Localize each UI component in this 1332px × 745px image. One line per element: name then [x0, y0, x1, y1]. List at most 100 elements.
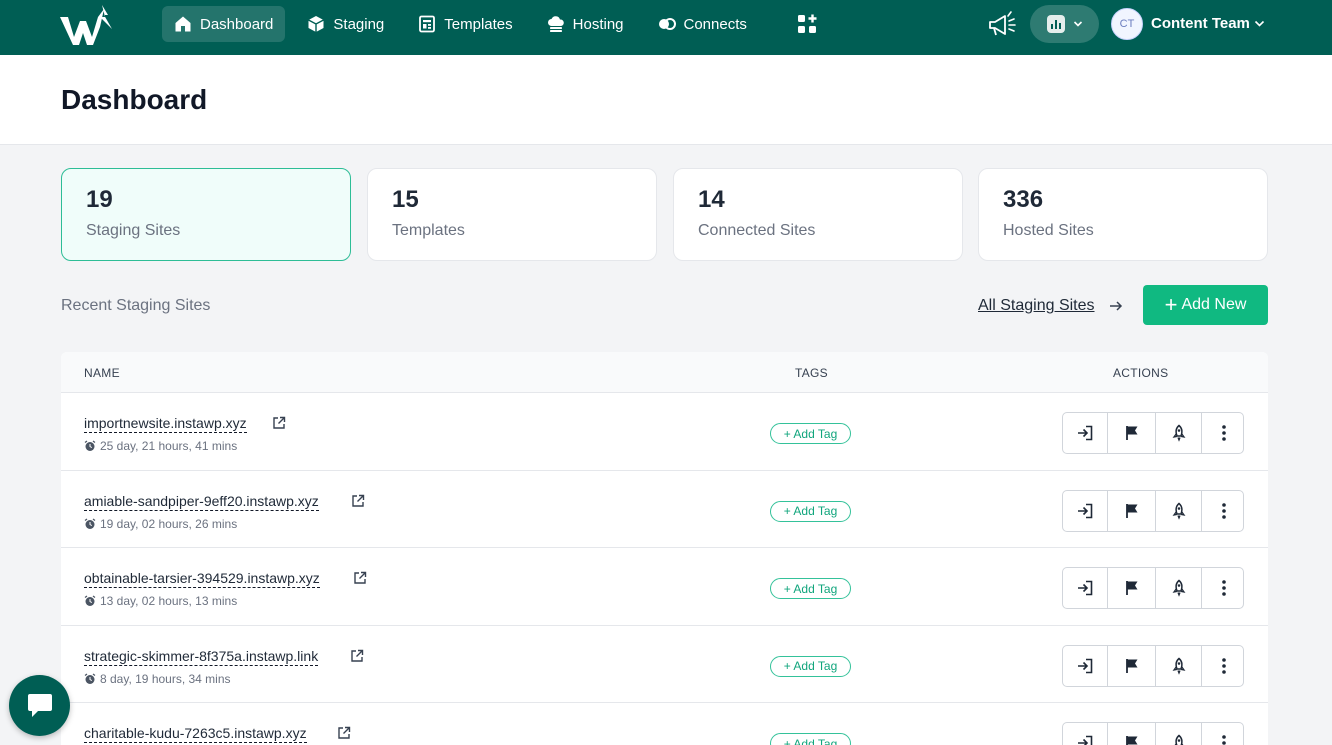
- header-actions: ACTIONS: [1113, 366, 1169, 380]
- user-menu-chevron-icon[interactable]: [1254, 18, 1265, 29]
- flag-icon: [1125, 426, 1137, 440]
- team-name[interactable]: Content Team: [1151, 15, 1250, 32]
- analytics-menu-button[interactable]: [1030, 5, 1099, 43]
- nav-connects[interactable]: Connects: [646, 6, 759, 42]
- stat-value: 14: [698, 186, 725, 213]
- login-icon: [1078, 425, 1093, 441]
- apps-grid-icon[interactable]: [796, 13, 818, 35]
- site-age: 13 day, 02 hours, 13 mins: [84, 594, 237, 608]
- login-button[interactable]: [1063, 568, 1108, 608]
- add-tag-button[interactable]: + Add Tag: [770, 655, 851, 677]
- arrow-right-icon[interactable]: [1108, 298, 1124, 314]
- more-options-button[interactable]: [1202, 491, 1243, 531]
- stat-label: Templates: [392, 222, 465, 239]
- stat-card-hosted-sites[interactable]: 336 Hosted Sites: [978, 168, 1268, 261]
- row-actions: [1062, 412, 1244, 454]
- site-name-link[interactable]: amiable-sandpiper-9eff20.instawp.xyz: [84, 493, 319, 511]
- flag-button[interactable]: [1108, 490, 1156, 531]
- more-options-button[interactable]: [1202, 646, 1243, 686]
- chat-launcher-button[interactable]: [9, 675, 70, 736]
- megaphone-icon[interactable]: [986, 10, 1018, 38]
- header-tags: TAGS: [795, 366, 828, 380]
- add-tag-button[interactable]: + Add Tag: [770, 423, 851, 444]
- more-options-button[interactable]: [1202, 568, 1243, 608]
- flag-button[interactable]: [1108, 413, 1156, 453]
- site-name-link[interactable]: obtainable-tarsier-394529.instawp.xyz: [84, 570, 320, 588]
- connects-icon: [658, 18, 676, 30]
- stat-label: Connected Sites: [698, 222, 816, 239]
- flag-button[interactable]: [1108, 723, 1156, 745]
- site-name-link[interactable]: strategic-skimmer-8f375a.instawp.link: [84, 648, 319, 666]
- login-button[interactable]: [1063, 645, 1108, 686]
- nav-connects-label: Connects: [683, 15, 747, 33]
- add-tag-button[interactable]: + Add Tag: [770, 733, 851, 745]
- table-row: amiable-sandpiper-9eff20.instawp.xyz 19 …: [61, 471, 1268, 548]
- stat-card-connected-sites[interactable]: 14 Connected Sites: [673, 168, 963, 261]
- alarm-clock-icon: [84, 673, 96, 684]
- login-button[interactable]: [1063, 490, 1108, 531]
- login-button[interactable]: [1063, 413, 1108, 453]
- stat-value: 15: [392, 186, 419, 213]
- row-actions: [1062, 722, 1244, 745]
- site-age-text: 19 day, 02 hours, 26 mins: [100, 516, 238, 531]
- flag-icon: [1125, 658, 1137, 673]
- more-options-button[interactable]: [1202, 413, 1243, 453]
- stat-card-templates[interactable]: 15 Templates: [367, 168, 657, 261]
- page-title: Dashboard: [61, 84, 208, 115]
- all-staging-sites-link[interactable]: All Staging Sites: [978, 297, 1095, 315]
- home-icon: [175, 16, 191, 32]
- site-age: 8 day, 19 hours, 34 mins: [84, 672, 231, 686]
- flag-icon: [1125, 581, 1137, 595]
- cube-icon: [308, 16, 325, 32]
- more-options-button[interactable]: [1202, 723, 1243, 745]
- bar-chart-icon: [1046, 15, 1065, 33]
- alarm-clock-icon: [84, 595, 96, 606]
- staging-sites-table: NAME TAGS ACTIONS importnewsite.instawp.…: [61, 352, 1268, 745]
- site-age-text: 25 day, 21 hours, 41 mins: [100, 439, 238, 453]
- recent-staging-title: Recent Staging Sites: [61, 297, 211, 314]
- site-name-link[interactable]: charitable-kudu-7263c5.instawp.xyz: [84, 725, 307, 743]
- nav-templates-label: Templates: [444, 15, 513, 33]
- external-link-icon[interactable]: [353, 571, 367, 585]
- external-link-icon[interactable]: [272, 416, 286, 430]
- nav-templates[interactable]: Templates: [406, 6, 524, 42]
- table-header: NAME TAGS ACTIONS: [61, 352, 1268, 393]
- row-actions: [1062, 644, 1244, 687]
- more-vertical-icon: [1221, 735, 1226, 745]
- flag-button[interactable]: [1108, 568, 1156, 608]
- nav-staging[interactable]: Staging: [295, 6, 396, 42]
- add-tag-button[interactable]: + Add Tag: [770, 500, 851, 522]
- launch-button[interactable]: [1156, 413, 1202, 453]
- launch-button[interactable]: [1156, 568, 1202, 608]
- more-vertical-icon: [1221, 425, 1226, 441]
- login-icon: [1078, 503, 1093, 518]
- flag-icon: [1125, 736, 1137, 745]
- add-new-button[interactable]: + Add New: [1143, 285, 1268, 325]
- site-age: 19 day, 02 hours, 26 mins: [84, 517, 237, 531]
- table-row: obtainable-tarsier-394529.instawp.xyz 13…: [61, 548, 1268, 626]
- instawp-logo[interactable]: [58, 3, 116, 49]
- page-header: Dashboard: [0, 55, 1332, 145]
- rocket-icon: [1172, 502, 1185, 520]
- user-avatar[interactable]: CT: [1111, 8, 1143, 40]
- table-row: importnewsite.instawp.xyz 25 day, 21 hou…: [61, 393, 1268, 471]
- rocket-icon: [1172, 579, 1185, 597]
- launch-button[interactable]: [1156, 490, 1202, 531]
- add-tag-button[interactable]: + Add Tag: [770, 578, 851, 599]
- flag-button[interactable]: [1108, 645, 1156, 686]
- external-link-icon[interactable]: [351, 494, 365, 508]
- external-link-icon[interactable]: [337, 726, 351, 740]
- nav-dashboard[interactable]: Dashboard: [162, 6, 286, 42]
- plus-icon: +: [1164, 292, 1178, 317]
- alarm-clock-icon: [84, 440, 96, 451]
- row-actions: [1062, 489, 1244, 532]
- login-icon: [1078, 658, 1093, 673]
- external-link-icon[interactable]: [350, 649, 364, 663]
- launch-button[interactable]: [1156, 645, 1202, 686]
- launch-button[interactable]: [1156, 723, 1202, 745]
- stat-card-staging-sites[interactable]: 19 Staging Sites: [61, 168, 351, 261]
- site-name-link[interactable]: importnewsite.instawp.xyz: [84, 415, 247, 433]
- nav-hosting[interactable]: Hosting: [535, 6, 636, 42]
- login-button[interactable]: [1063, 723, 1108, 745]
- more-vertical-icon: [1221, 657, 1226, 674]
